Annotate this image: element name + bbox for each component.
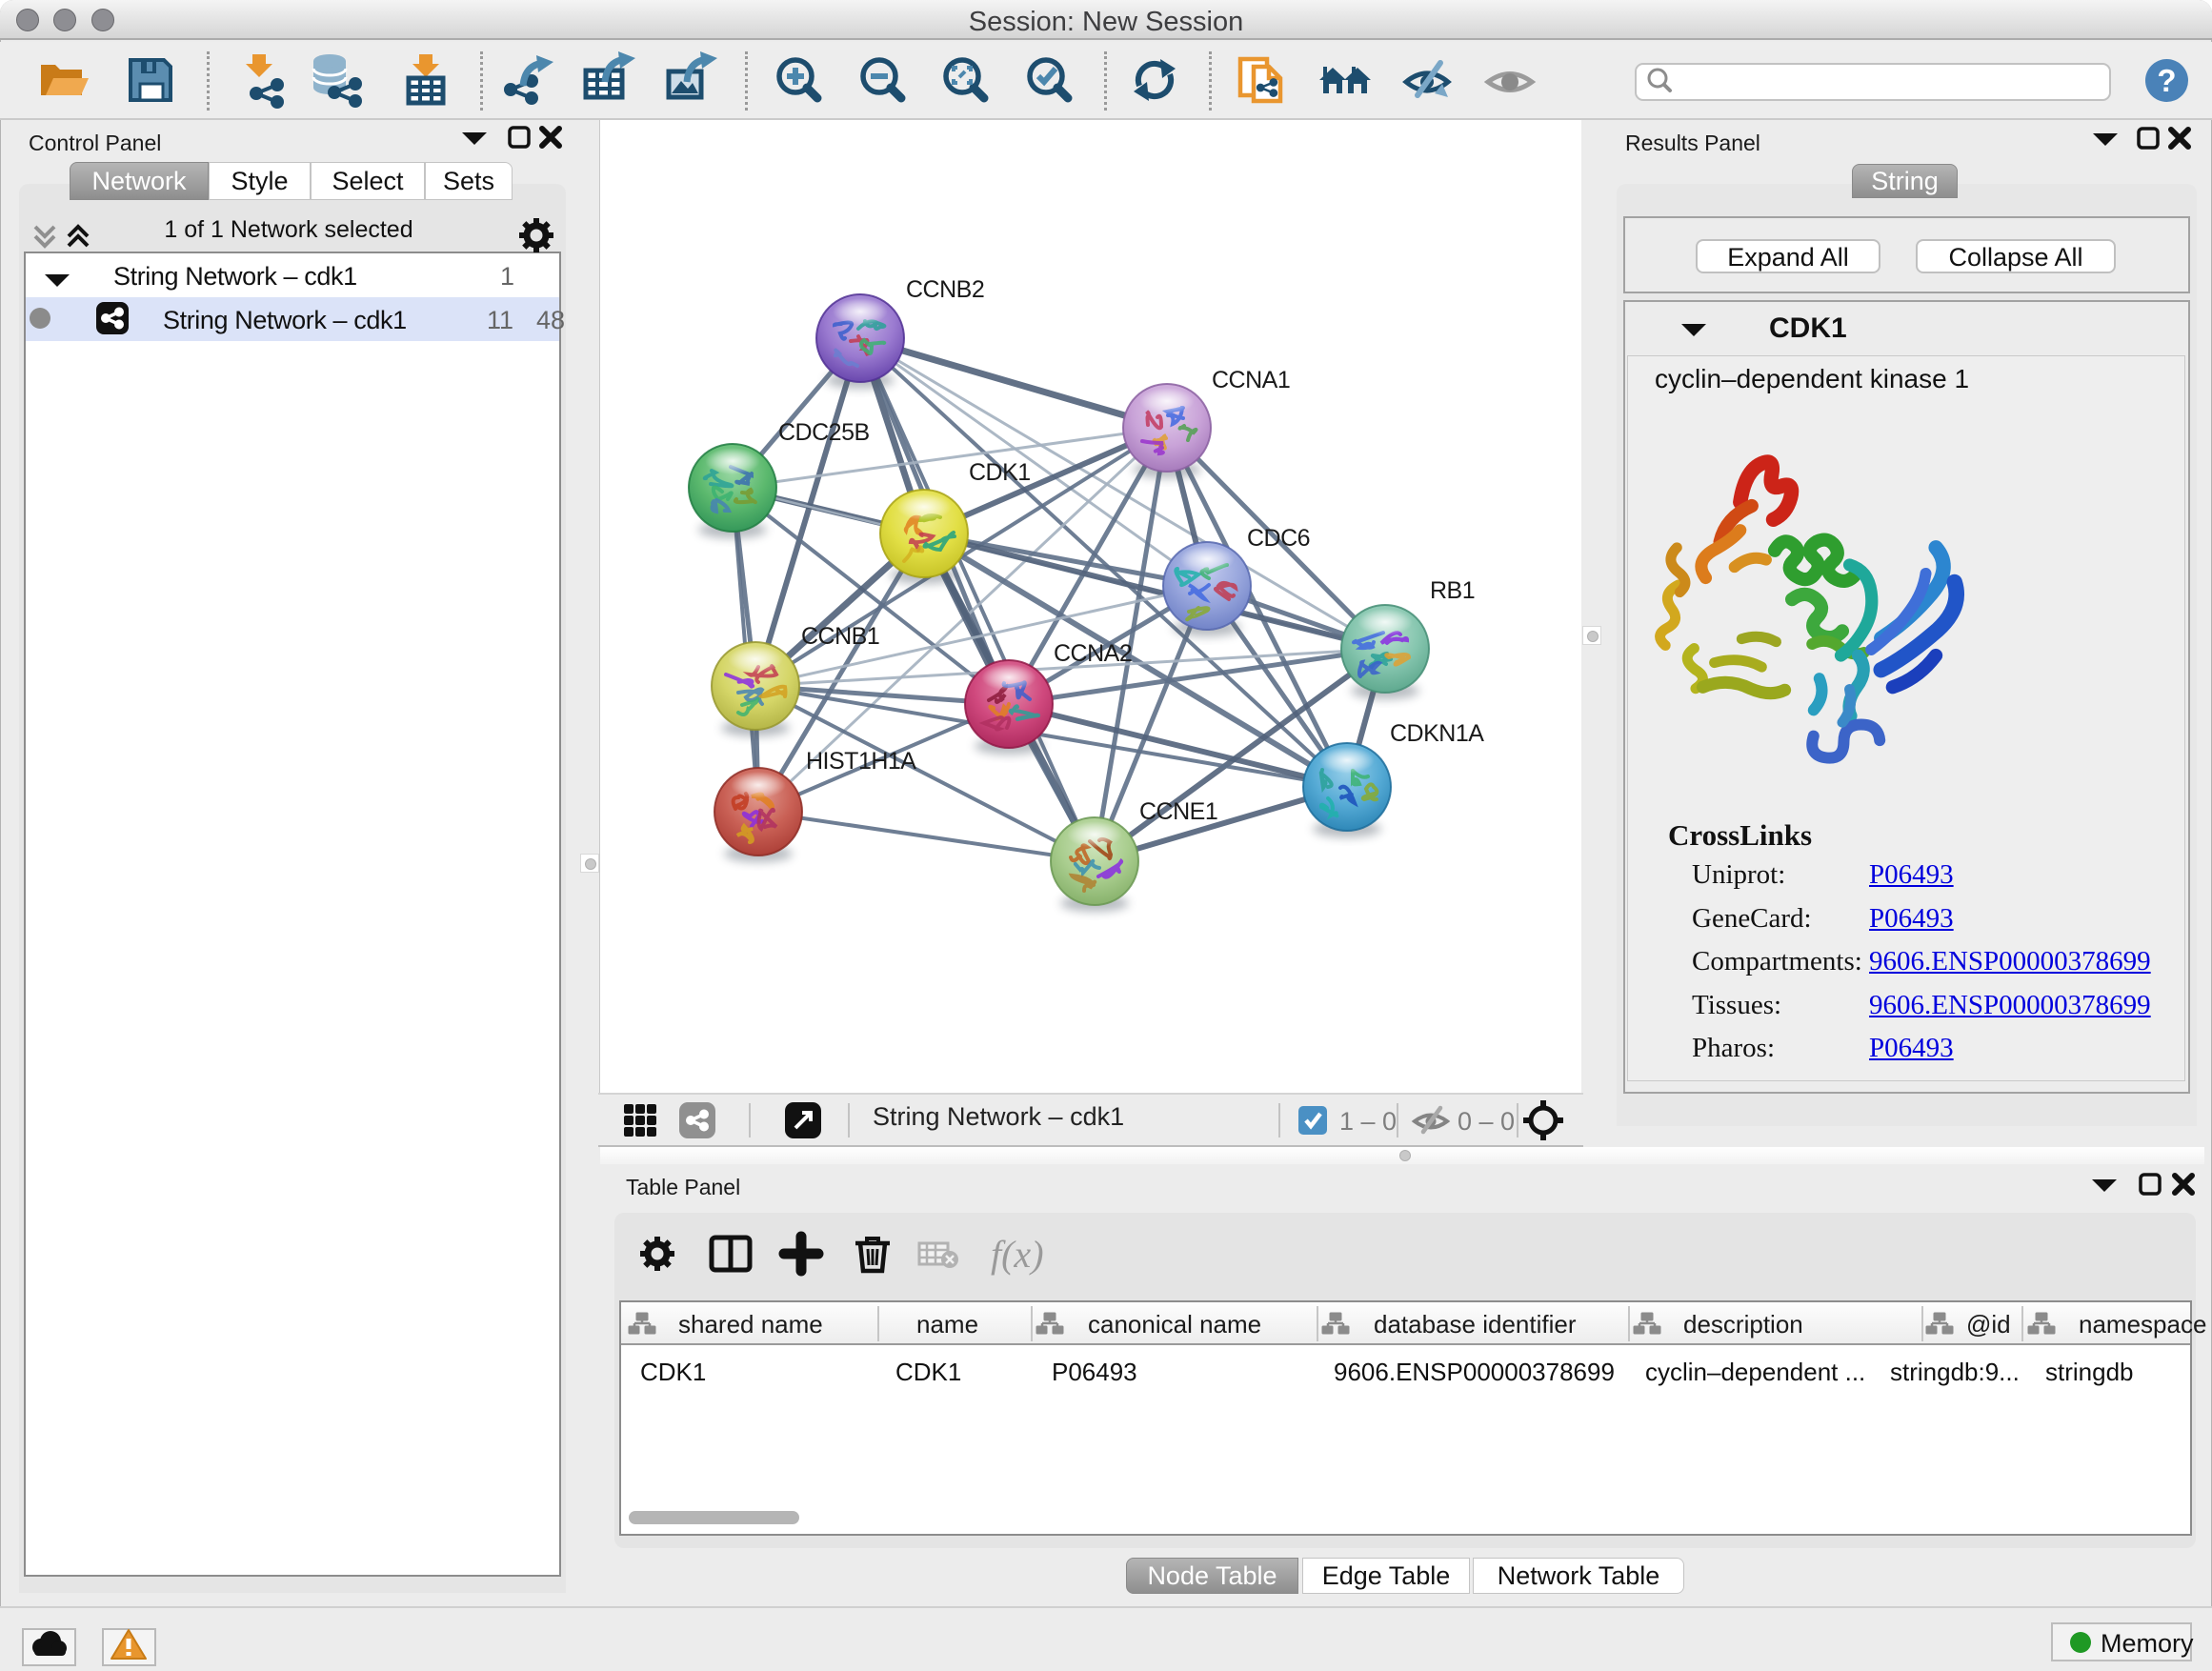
svg-text:HIST1H1A: HIST1H1A: [806, 748, 916, 775]
svg-text:CDKN1A: CDKN1A: [1390, 720, 1484, 747]
svg-text:CDC25B: CDC25B: [778, 419, 870, 446]
svg-text:CDK1: CDK1: [969, 459, 1031, 486]
svg-text:CCNA2: CCNA2: [1054, 640, 1132, 667]
svg-text:RB1: RB1: [1430, 577, 1475, 604]
svg-text:CCNA1: CCNA1: [1212, 367, 1290, 393]
svg-text:CCNE1: CCNE1: [1139, 798, 1217, 825]
svg-text:CCNB2: CCNB2: [906, 276, 984, 303]
svg-text:CCNB1: CCNB1: [801, 623, 879, 650]
svg-text:CDC6: CDC6: [1247, 525, 1310, 552]
